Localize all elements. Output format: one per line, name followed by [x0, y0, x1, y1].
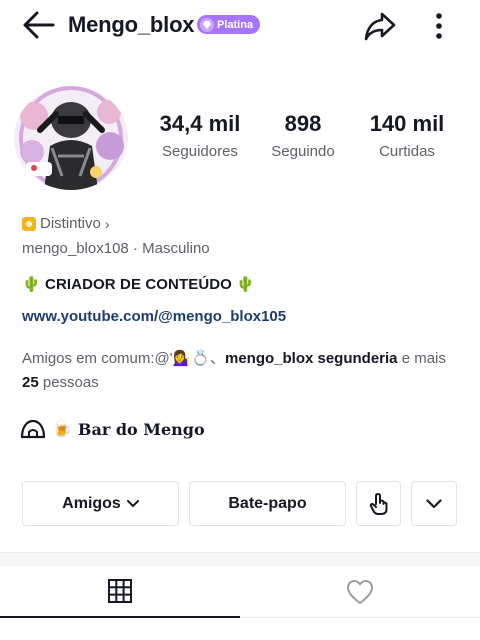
chat-button[interactable]: Bate-papo [189, 481, 346, 526]
badge-link[interactable]: Distintivo › [22, 215, 110, 232]
mutuals-mid: e mais [397, 350, 446, 367]
tab-posts[interactable] [0, 566, 240, 618]
followers-label: Seguidores [162, 143, 238, 160]
content-tabs [0, 566, 480, 620]
mutuals-count: 25 [22, 374, 39, 391]
profile-link[interactable]: www.youtube.com/@mengo_blox105 [22, 308, 286, 325]
share-button[interactable] [360, 8, 400, 44]
meta-separator: · [132, 240, 143, 257]
friends-button-label: Amigos [62, 494, 121, 512]
more-vertical-icon [436, 13, 442, 39]
share-arrow-icon [364, 12, 396, 41]
profile-handle: mengo_blox108 [22, 240, 129, 257]
more-options-button[interactable] [426, 8, 452, 44]
tab-liked[interactable] [240, 566, 480, 618]
following-count: 898 [284, 111, 322, 136]
badge-icon [22, 216, 36, 231]
poke-button[interactable] [356, 481, 401, 526]
gem-icon [200, 17, 214, 32]
following-label: Seguindo [271, 143, 335, 160]
friends-button[interactable]: Amigos [22, 481, 179, 526]
back-button[interactable] [20, 8, 58, 42]
bio-title: 🌵 CRIADOR DE CONTEÚDO 🌵 [22, 276, 255, 293]
avatar-image [14, 86, 128, 190]
mutuals-suffix: pessoas [38, 374, 99, 391]
plan-badge[interactable]: Platina [197, 15, 261, 34]
likes-label: Curtidas [379, 143, 435, 160]
profile-avatar[interactable] [14, 86, 128, 190]
tap-hand-icon [369, 492, 387, 515]
shop-link[interactable]: 🍺 Bar do Mengo [20, 418, 205, 440]
back-arrow-icon [23, 11, 55, 39]
suggestions-dropdown-button[interactable] [411, 481, 457, 526]
followers-count: 34,4 mil [159, 111, 241, 136]
mutuals-prefix: Amigos em comum:@'💁‍♀️💍、 [22, 350, 225, 367]
profile-meta: mengo_blox108 · Masculino [22, 240, 210, 257]
mutual-friends[interactable]: Amigos em comum:@'💁‍♀️💍、mengo_blox segun… [22, 347, 452, 395]
shop-emoji: 🍺 [52, 421, 72, 438]
badge-label: Distintivo [40, 215, 101, 232]
likes-count: 140 mil [369, 111, 445, 136]
plan-badge-label: Platina [217, 18, 254, 31]
stat-following[interactable]: 898 Seguindo [263, 110, 343, 160]
heart-outline-icon [347, 579, 373, 604]
stat-followers[interactable]: 34,4 mil Seguidores [150, 110, 250, 160]
profile-username: Mengo_blox [68, 12, 195, 37]
chevron-right-icon: › [104, 215, 110, 232]
chat-button-label: Bate-papo [228, 494, 307, 512]
chevron-down-icon [426, 498, 442, 508]
shop-dome-icon [20, 419, 46, 439]
section-divider [0, 552, 480, 566]
grid-icon [108, 579, 132, 603]
shop-name: Bar do Mengo [77, 419, 205, 439]
stat-likes[interactable]: 140 mil Curtidas [362, 110, 452, 160]
top-bar: Mengo_blox Platina [0, 0, 480, 52]
profile-gender: Masculino [142, 240, 210, 257]
chevron-down-icon [126, 499, 139, 507]
mutual-names: mengo_blox segunderia [224, 350, 398, 367]
